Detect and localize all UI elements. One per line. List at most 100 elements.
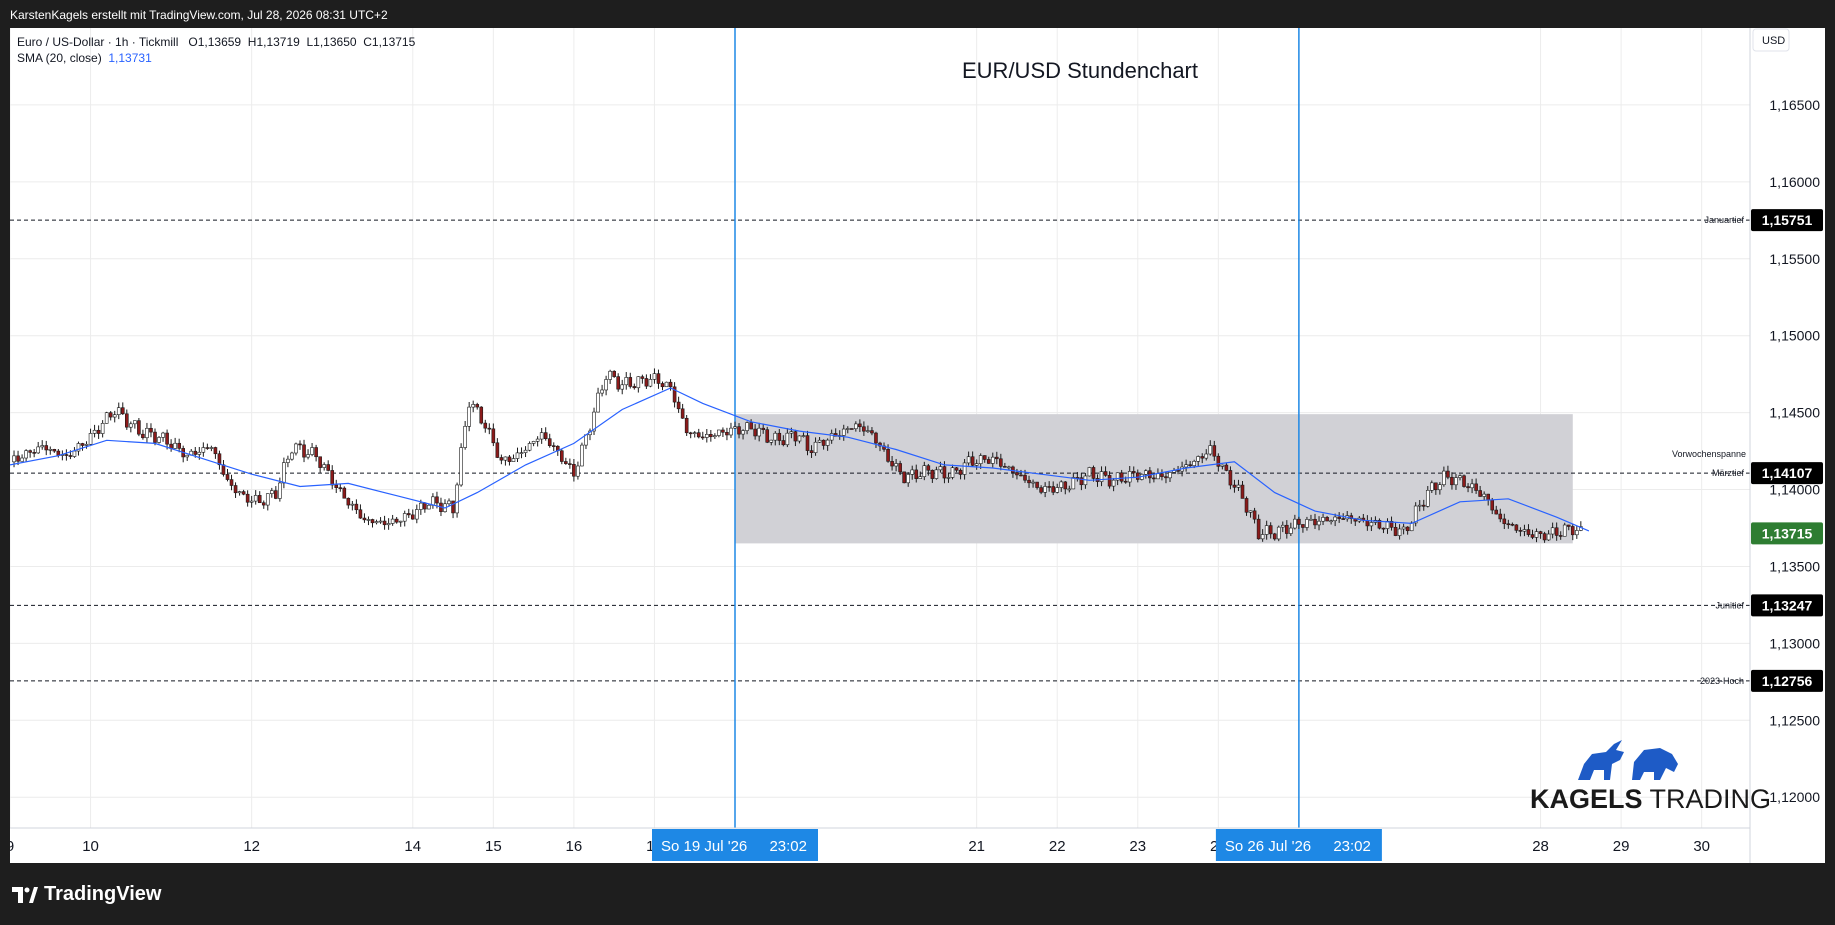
candle-body: [809, 450, 814, 454]
candle-body: [1413, 505, 1418, 524]
candle-body: [1011, 466, 1015, 473]
sma-line: SMA (20, close) 1,13731: [17, 50, 415, 66]
candle-body: [648, 379, 653, 387]
candle-body: [342, 487, 347, 499]
candle-body: [1522, 529, 1527, 532]
candle-body: [1047, 486, 1051, 488]
candle-body: [785, 432, 790, 446]
candle-body: [978, 455, 983, 464]
candle-body: [1401, 526, 1406, 530]
candle-body: [604, 379, 608, 391]
candle-body: [910, 469, 915, 475]
candle-body: [906, 474, 910, 484]
candle-body: [1438, 484, 1442, 491]
candle-body: [954, 467, 959, 471]
candle-body: [1023, 474, 1027, 481]
kagels-trading-logo: KAGELS TRADING: [1530, 784, 1771, 814]
candle-body: [406, 513, 411, 516]
candle-body: [495, 442, 500, 458]
candle-body: [515, 452, 520, 459]
price-tick-label: 1,13500: [1769, 558, 1820, 574]
candle-body: [1566, 524, 1571, 527]
time-tick-label: 21: [968, 838, 985, 855]
candle-body: [330, 470, 335, 486]
candle-body: [394, 518, 399, 523]
candle-body: [173, 442, 177, 449]
candle-body: [1393, 526, 1398, 536]
candle-body: [821, 439, 826, 446]
candle-body: [72, 450, 77, 457]
candle-body: [366, 519, 371, 521]
range-box-label: Vorwochenspanne: [1672, 449, 1746, 459]
candle-body: [177, 442, 181, 449]
candle-body: [48, 449, 53, 451]
candle-body: [1280, 524, 1285, 528]
chart-title: EUR/USD Stundenchart: [962, 58, 1198, 83]
candle-body: [322, 464, 326, 468]
candle-body: [112, 414, 117, 418]
candle-body: [713, 435, 717, 438]
candle-body: [958, 469, 963, 475]
candle-body: [1123, 480, 1128, 483]
time-tick-label: 30: [1693, 838, 1710, 855]
symbol-label: Euro / US-Dollar · 1h · Tickmill: [17, 35, 179, 49]
candle-body: [1212, 445, 1217, 457]
candle-body: [652, 373, 657, 380]
candle-body: [1554, 527, 1559, 536]
candle-body: [1333, 516, 1337, 522]
candle-body: [519, 452, 524, 454]
attribution-bar: KarstenKagels erstellt mit TradingView.c…: [0, 0, 1835, 28]
candle-body: [310, 447, 314, 455]
candle-body: [1550, 527, 1555, 535]
candle-body: [1289, 527, 1293, 534]
candle-body: [1514, 524, 1519, 531]
candle-body: [201, 447, 206, 453]
candle-body: [483, 422, 488, 429]
candle-body: [1321, 517, 1325, 522]
candle-body: [576, 465, 580, 477]
candle-body: [1127, 471, 1132, 483]
candle-body: [1502, 518, 1507, 525]
level-price-text: 1,13247: [1762, 597, 1813, 613]
candle-body: [1063, 481, 1068, 490]
candle-body: [970, 456, 975, 466]
candle-body: [966, 456, 971, 464]
candle-body: [1454, 477, 1458, 486]
candle-body: [962, 462, 967, 475]
candle-body: [32, 452, 36, 454]
tradingview-logo[interactable]: TradingView: [12, 883, 161, 906]
candle-body: [1091, 467, 1096, 479]
candle-body: [535, 438, 540, 442]
ohlc-open: O1,13659: [188, 35, 242, 49]
candle-body: [1446, 470, 1450, 478]
candle-body: [737, 426, 741, 435]
candle-body: [185, 454, 190, 458]
time-tick-label: 28: [1532, 838, 1549, 855]
candle-body: [334, 484, 339, 488]
candle-body: [1466, 486, 1470, 489]
candle-body: [862, 426, 866, 432]
candle-body: [402, 513, 407, 522]
candle-body: [423, 502, 427, 510]
candle-body: [1329, 520, 1333, 523]
chart-frame[interactable]: Vorwochenspanne Januartief Märztief Junitie…: [10, 28, 1825, 863]
candle-body: [974, 463, 979, 466]
candle-body: [463, 426, 467, 448]
candle-body: [161, 432, 165, 438]
candle-body: [765, 429, 770, 443]
candle-body: [1156, 473, 1160, 480]
chart-svg[interactable]: Vorwochenspanne Januartief Märztief Junitie…: [10, 28, 1825, 863]
candle-body: [1059, 481, 1064, 488]
candle-body: [757, 427, 761, 437]
price-tick-label: 1,12500: [1769, 712, 1820, 728]
time-tick-label: 23: [1129, 838, 1146, 855]
candle-body: [1107, 475, 1112, 487]
candle-body: [419, 502, 423, 510]
candle-body: [777, 432, 782, 441]
candle-body: [378, 520, 383, 523]
candle-body: [523, 449, 528, 453]
candle-body: [1462, 475, 1466, 487]
candle-body: [157, 437, 161, 443]
candle-body: [620, 384, 625, 390]
candle-body: [1430, 482, 1434, 491]
